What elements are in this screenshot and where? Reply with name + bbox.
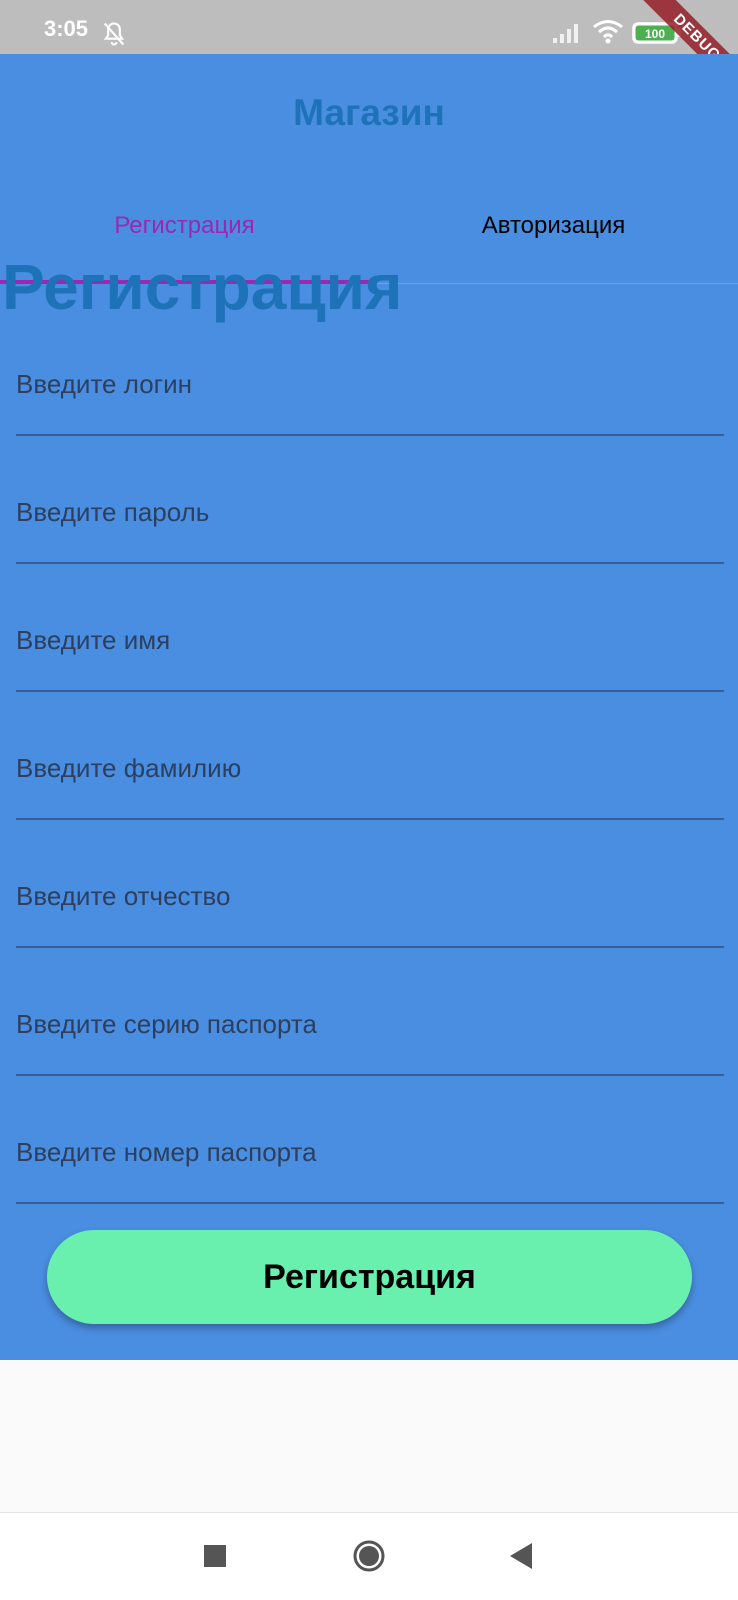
tab-authorization[interactable]: Авторизация (369, 170, 738, 282)
bell-off-icon (103, 22, 125, 46)
login-field[interactable] (16, 340, 724, 436)
passport-number-input[interactable] (16, 1130, 724, 1174)
password-input[interactable] (16, 490, 724, 534)
app-title: Магазин (293, 92, 445, 133)
passport-number-field[interactable] (16, 1108, 724, 1204)
passport-series-field[interactable] (16, 980, 724, 1076)
status-time: 3:05 (44, 16, 89, 41)
passport-series-input[interactable] (16, 1002, 724, 1046)
signal-icon (553, 24, 578, 43)
login-input[interactable] (16, 362, 724, 406)
last-name-input[interactable] (16, 746, 724, 790)
square-icon[interactable] (204, 1545, 226, 1567)
first-name-input[interactable] (16, 618, 724, 662)
circle-icon[interactable] (352, 1539, 386, 1573)
password-field[interactable] (16, 468, 724, 564)
register-button[interactable]: Регистрация (47, 1230, 692, 1324)
first-name-field[interactable] (16, 596, 724, 692)
triangle-icon[interactable] (508, 1541, 534, 1571)
page-title: Регистрация (2, 251, 403, 323)
last-name-field[interactable] (16, 724, 724, 820)
patronymic-field[interactable] (16, 852, 724, 948)
patronymic-input[interactable] (16, 874, 724, 918)
registration-screen: Магазин Регистрация Авторизация Регистра… (0, 54, 738, 1360)
navigation-bar (0, 1512, 738, 1600)
